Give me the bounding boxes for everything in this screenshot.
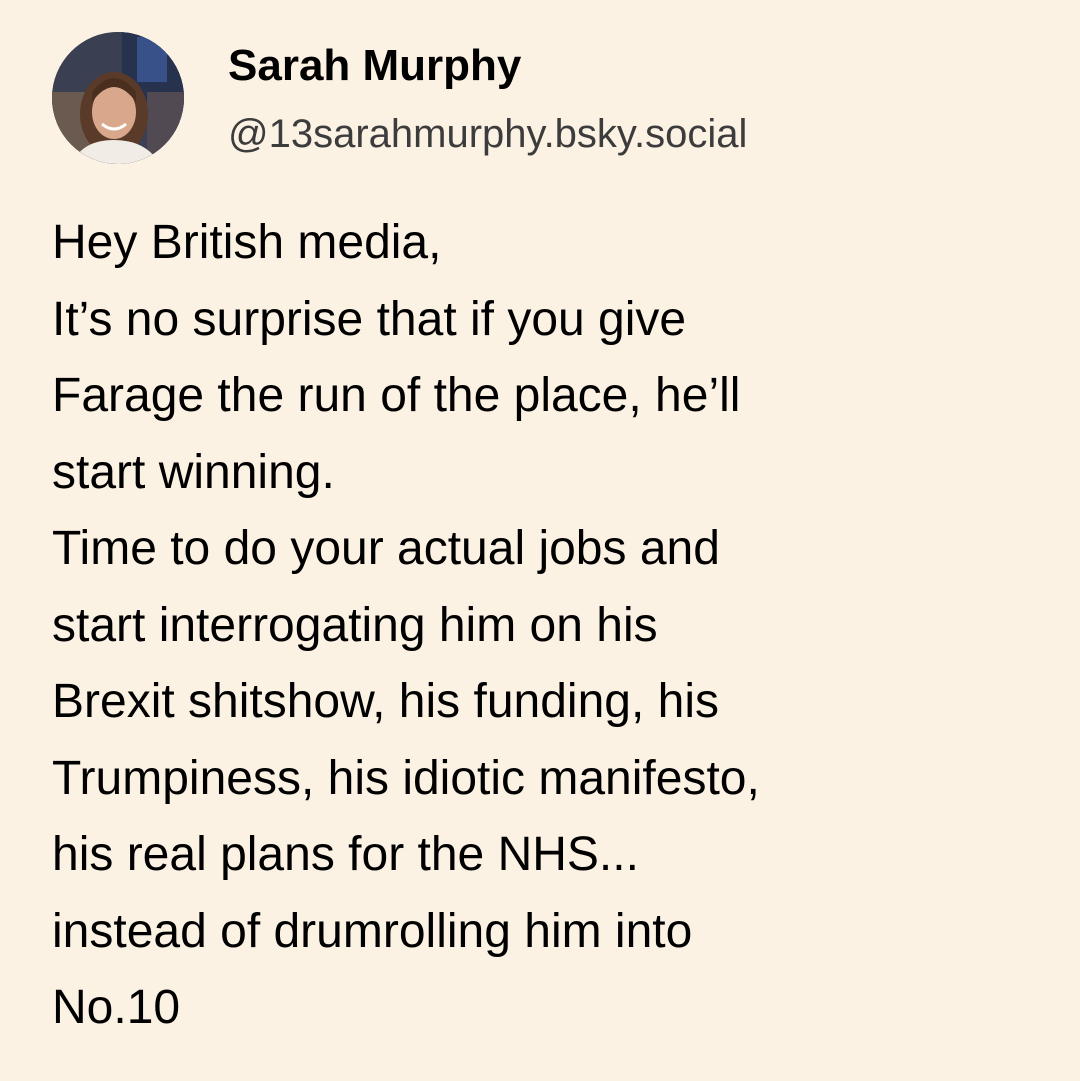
- avatar[interactable]: [52, 32, 184, 164]
- post-text-line: Hey British media,: [52, 216, 442, 269]
- post-text-line: Farage the run of the place, he’ll: [52, 369, 741, 422]
- avatar-photo-icon: [52, 32, 184, 164]
- author-display-name[interactable]: Sarah Murphy: [228, 40, 521, 92]
- post-text-line: his real plans for the NHS...: [52, 828, 639, 881]
- post-card: Sarah Murphy @13sarahmurphy.bsky.social …: [0, 0, 1080, 1081]
- post-text-line: start winning.: [52, 445, 335, 499]
- post-text-line: Brexit shitshow, his funding, his: [52, 675, 720, 728]
- post-text-line: Time to do your actual jobs and: [52, 522, 720, 575]
- post-text-line: It’s no surprise that if you give: [52, 292, 687, 346]
- author-handle[interactable]: @13sarahmurphy.bsky.social: [228, 110, 747, 158]
- post-body: Hey British media, It’s no surprise that…: [52, 205, 1042, 1047]
- post-text-line: Trumpiness, his idiotic manifesto,: [52, 751, 760, 805]
- post-text-line: instead of drumrolling him into: [52, 904, 693, 958]
- post-text-line: No.10: [52, 981, 181, 1034]
- post-text-line: start interrogating him on his: [52, 598, 658, 652]
- post-header: Sarah Murphy @13sarahmurphy.bsky.social: [52, 32, 1032, 166]
